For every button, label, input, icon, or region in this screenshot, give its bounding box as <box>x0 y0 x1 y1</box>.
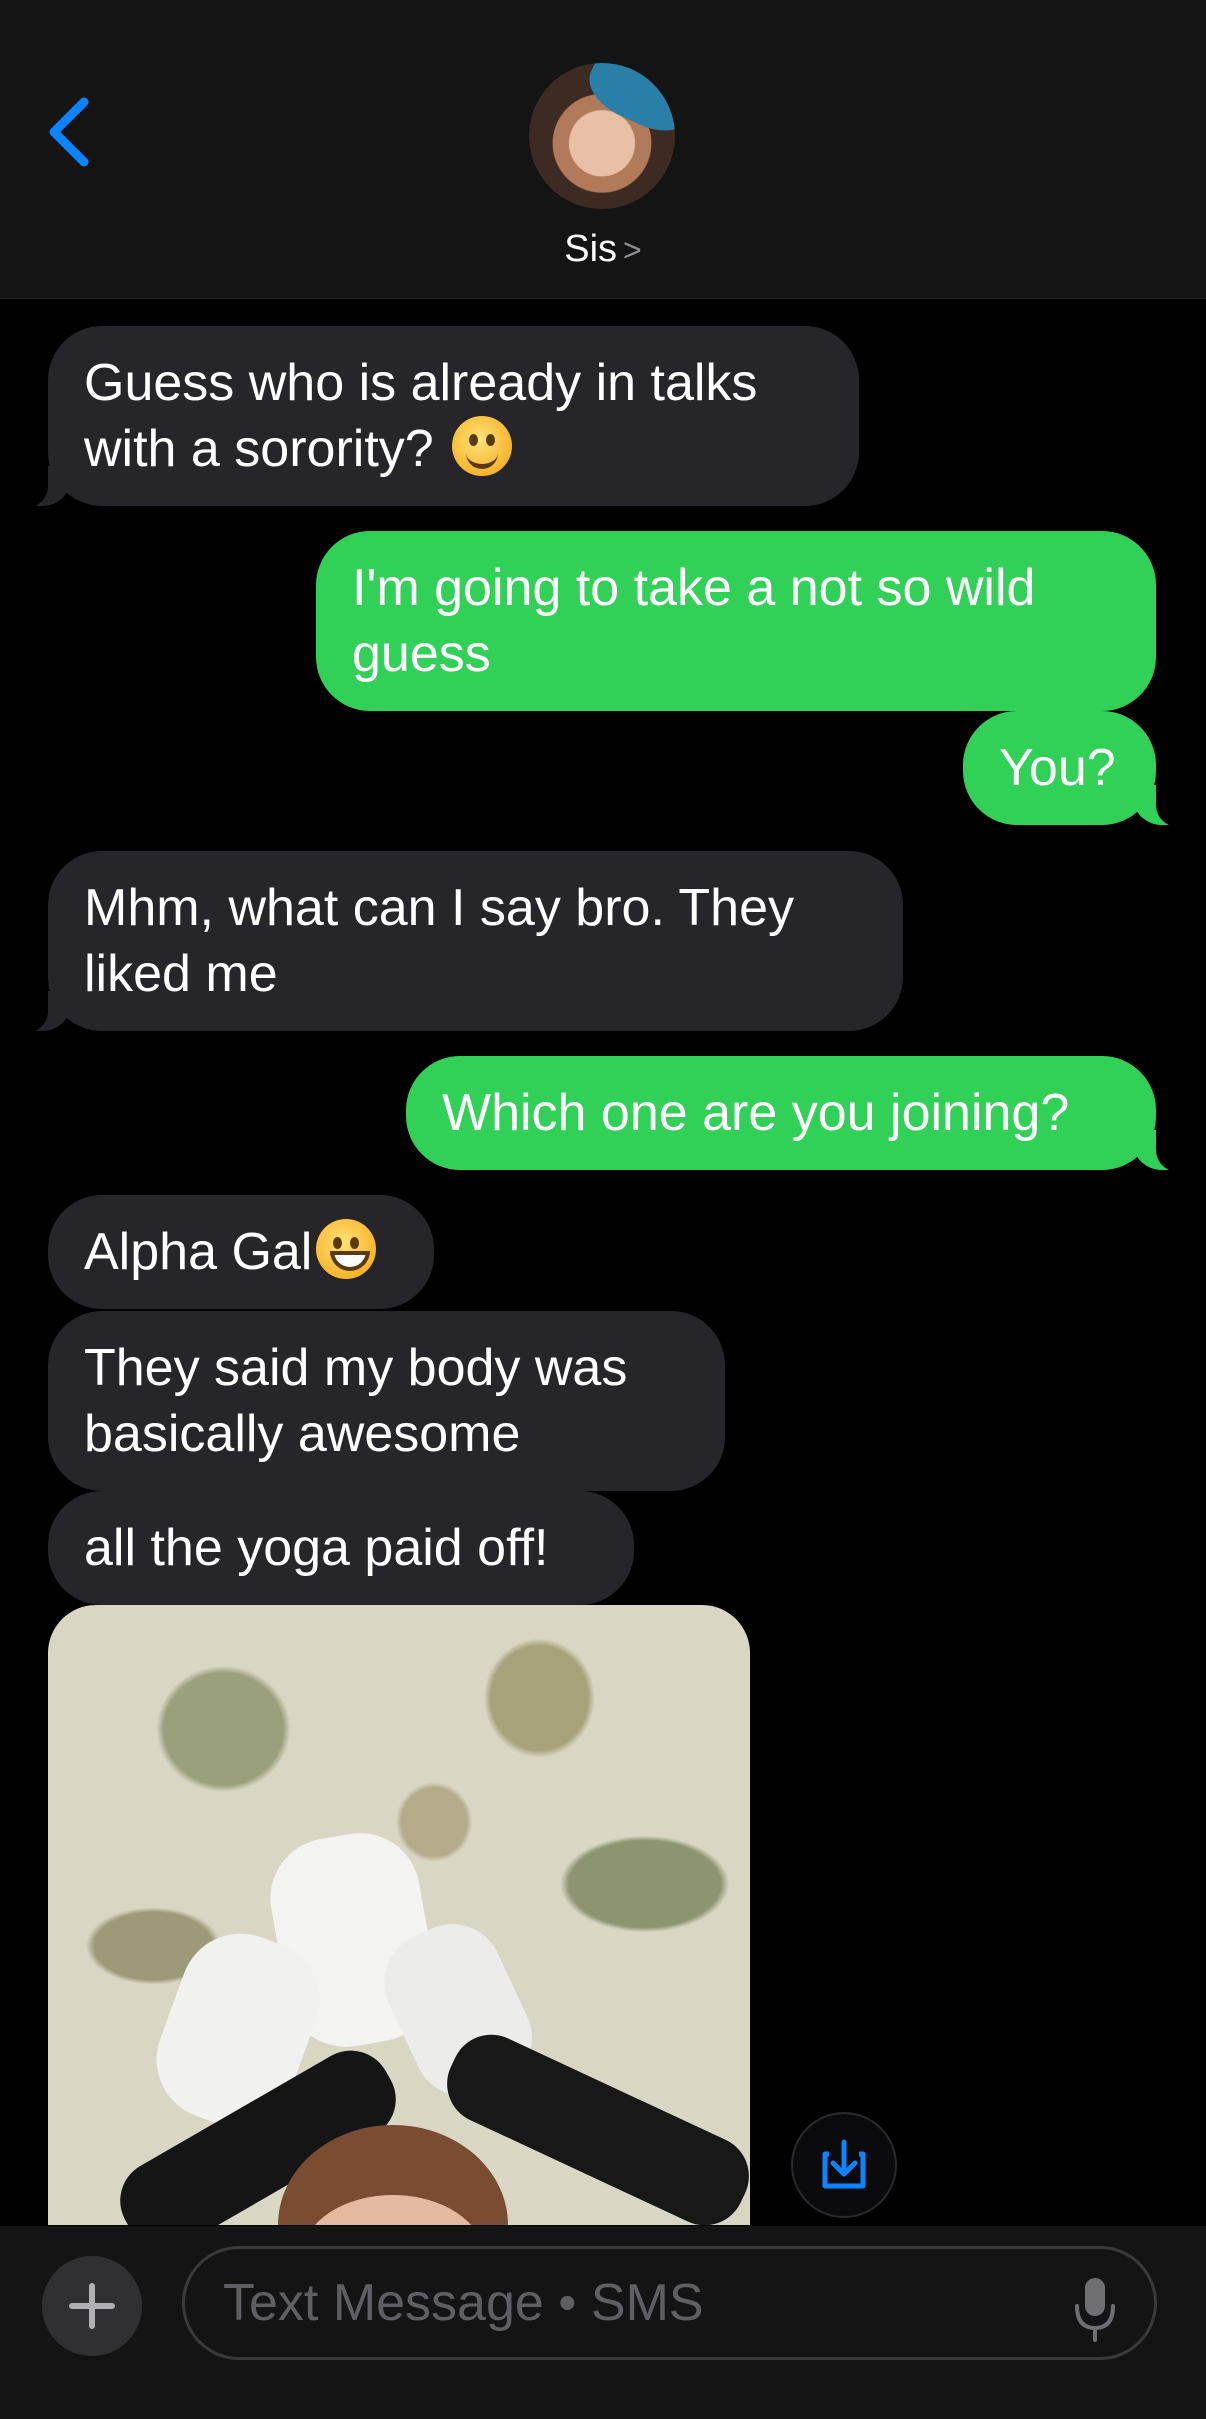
back-chevron-icon[interactable] <box>44 96 94 168</box>
message-text: Alpha Gal <box>84 1223 313 1281</box>
message-composer <box>0 2226 1206 2419</box>
photo-message[interactable] <box>48 1605 750 2225</box>
conversation-header: Sis > <box>0 0 1206 299</box>
microphone-icon[interactable] <box>1070 2274 1120 2344</box>
download-icon <box>822 2139 866 2189</box>
message-text: They said my body was basically awesome <box>84 1339 628 1463</box>
message-bubble-incoming[interactable]: They said my body was basically awesome <box>48 1311 725 1491</box>
chevron-right-icon: > <box>623 232 642 268</box>
smiling-face-icon <box>452 416 513 476</box>
contact-name: Sis <box>564 228 618 270</box>
message-text: Which one are you joining? <box>442 1084 1070 1142</box>
plus-icon <box>69 2283 115 2329</box>
grinning-face-icon <box>316 1219 377 1279</box>
message-bubble-incoming[interactable]: Guess who is already in talks with a sor… <box>14 326 859 508</box>
message-input[interactable] <box>182 2246 1157 2360</box>
message-text: all the yoga paid off! <box>84 1519 549 1577</box>
save-photo-button[interactable] <box>791 2112 897 2218</box>
message-bubble-incoming[interactable]: Mhm, what can I say bro. They liked me <box>14 851 903 1033</box>
message-bubble-outgoing[interactable]: I'm going to take a not so wild guess <box>316 531 1156 711</box>
message-text: I'm going to take a not so wild guess <box>352 559 1036 683</box>
message-bubble-outgoing[interactable]: You? <box>963 711 1190 827</box>
message-text: You? <box>999 739 1116 797</box>
message-bubble-incoming[interactable]: all the yoga paid off! <box>48 1491 634 1605</box>
message-bubble-outgoing[interactable]: Which one are you joining? <box>406 1056 1190 1172</box>
message-text: Mhm, what can I say bro. They liked me <box>84 879 794 1003</box>
add-attachment-button[interactable] <box>42 2256 142 2356</box>
message-text: Guess who is already in talks with a sor… <box>84 354 758 478</box>
contact-name-button[interactable]: Sis > <box>0 228 1206 271</box>
contact-avatar[interactable] <box>529 63 675 209</box>
message-bubble-incoming[interactable]: Alpha Gal <box>48 1195 434 1309</box>
